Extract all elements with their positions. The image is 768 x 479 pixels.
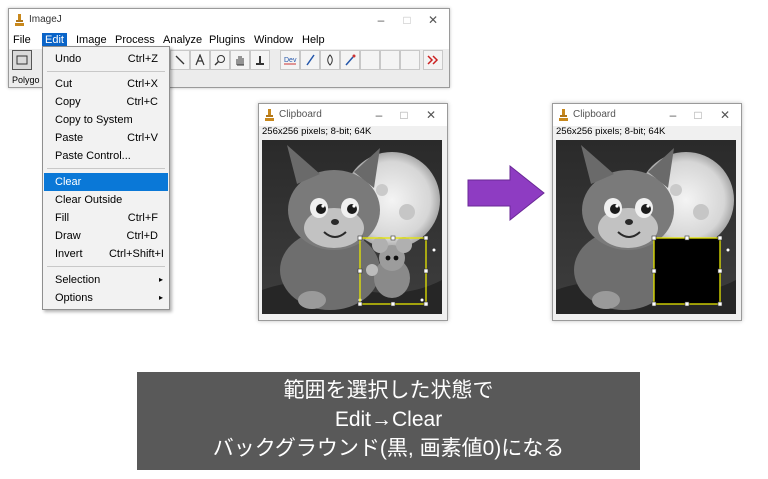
menu-item-fill[interactable]: Fill Ctrl+F <box>44 209 168 227</box>
line-icon <box>175 55 185 65</box>
clipboard-title: Clipboard <box>573 109 616 120</box>
text-tool[interactable] <box>190 50 210 70</box>
brush-icon <box>327 54 333 66</box>
microscope-icon <box>559 109 568 121</box>
submenu-arrow-icon: ▸ <box>158 275 163 284</box>
svg-text:Dev: Dev <box>284 57 297 64</box>
menu-separator <box>47 71 165 72</box>
clipboard-title: Clipboard <box>279 109 322 120</box>
pencil-icon <box>306 54 315 66</box>
pencil-tool[interactable] <box>300 50 320 70</box>
menu-plugins[interactable]: Plugins <box>206 33 248 47</box>
microscope-icon <box>15 14 24 26</box>
rectangle-icon <box>16 55 28 65</box>
microscope-icon <box>265 109 274 121</box>
menu-file[interactable]: File <box>10 33 34 47</box>
menu-window[interactable]: Window <box>251 33 296 47</box>
magnifier-icon <box>214 55 225 66</box>
edit-menu-dropdown: Undo Ctrl+Z Cut Ctrl+X Copy Ctrl+C Copy … <box>42 46 170 310</box>
dropper-icon <box>256 56 264 65</box>
menu-edit[interactable]: Edit <box>42 33 67 47</box>
menu-item-copy-to-system[interactable]: Copy to System <box>44 111 168 129</box>
menu-item-paste[interactable]: Paste Ctrl+V <box>44 129 168 147</box>
clipboard-titlebar: Clipboard – □ ✕ <box>553 104 741 126</box>
menu-item-options[interactable]: Options ▸ <box>44 289 168 307</box>
maximize-button[interactable]: □ <box>389 106 419 124</box>
arrow-right-icon <box>467 164 545 222</box>
menu-image[interactable]: Image <box>73 33 110 47</box>
brush-tool[interactable] <box>320 50 340 70</box>
image-info: 256x256 pixels; 8-bit; 64K <box>262 126 372 137</box>
zoom-tool[interactable] <box>210 50 230 70</box>
image-info: 256x256 pixels; 8-bit; 64K <box>556 126 666 137</box>
menu-analyze[interactable]: Analyze <box>160 33 205 47</box>
menu-item-clear[interactable]: Clear <box>44 173 168 191</box>
clipboard-window-after: Clipboard – □ ✕ 256x256 pixels; 8-bit; 6… <box>552 103 742 321</box>
menu-process[interactable]: Process <box>112 33 158 47</box>
line-tool[interactable] <box>170 50 190 70</box>
hand-tool[interactable] <box>230 50 250 70</box>
caption-line-1: 範囲を選択した状態で <box>283 379 494 402</box>
menu-help[interactable]: Help <box>299 33 328 47</box>
close-button[interactable]: ✕ <box>418 11 448 29</box>
caption-box: 範囲を選択した状態で Edit→Clear バックグラウンド(黒, 画素値0)に… <box>137 372 640 470</box>
cleared-region <box>653 237 721 305</box>
double-chevron-right-icon <box>427 55 439 65</box>
text-icon <box>195 54 205 66</box>
menu-separator <box>47 266 165 267</box>
empty-tool-slot[interactable] <box>380 50 400 70</box>
rectangle-tool[interactable] <box>12 50 32 70</box>
clipboard-window-before: Clipboard – □ ✕ 256x256 pixels; 8-bit; 6… <box>258 103 448 321</box>
menu-item-copy[interactable]: Copy Ctrl+C <box>44 93 168 111</box>
clipboard-titlebar: Clipboard – □ ✕ <box>259 104 447 126</box>
caption-line-3: バックグラウンド(黒, 画素値0)になる <box>212 437 565 460</box>
menu-item-selection[interactable]: Selection ▸ <box>44 271 168 289</box>
hand-icon <box>236 56 244 66</box>
submenu-arrow-icon: ▸ <box>158 293 163 302</box>
empty-tool-slot[interactable] <box>360 50 380 70</box>
caption-line-2: Edit→Clear <box>334 408 443 431</box>
dev-tool[interactable]: Dev <box>280 50 300 70</box>
menu-item-undo[interactable]: Undo Ctrl+Z <box>44 50 168 68</box>
menu-item-draw[interactable]: Draw Ctrl+D <box>44 227 168 245</box>
wand-icon <box>345 54 356 66</box>
clipboard-image-cleared[interactable] <box>556 140 736 314</box>
menu-item-paste-control[interactable]: Paste Control... <box>44 147 168 165</box>
dev-icon: Dev <box>284 57 297 65</box>
imagej-titlebar: ImageJ – □ ✕ <box>9 9 449 31</box>
clipboard-image[interactable] <box>262 140 442 314</box>
more-tools-button[interactable] <box>423 50 443 70</box>
menu-separator <box>47 168 165 169</box>
imagej-title: ImageJ <box>29 14 62 25</box>
empty-tool-slot[interactable] <box>400 50 420 70</box>
wand-tool[interactable] <box>340 50 360 70</box>
menu-item-clear-outside[interactable]: Clear Outside <box>44 191 168 209</box>
menu-item-cut[interactable]: Cut Ctrl+X <box>44 75 168 93</box>
close-button[interactable]: ✕ <box>710 106 740 124</box>
close-button[interactable]: ✕ <box>416 106 446 124</box>
dropper-tool[interactable] <box>250 50 270 70</box>
menu-item-invert[interactable]: Invert Ctrl+Shift+I <box>44 245 168 263</box>
maximize-button[interactable]: □ <box>683 106 713 124</box>
